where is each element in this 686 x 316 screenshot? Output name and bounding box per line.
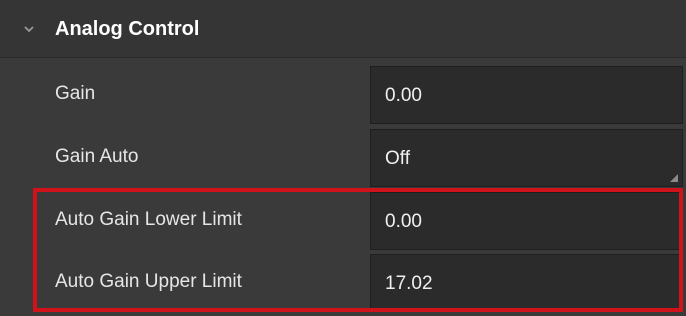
gain-auto-value: Off [385, 148, 410, 169]
gain-auto-label: Gain Auto [55, 146, 139, 167]
gain-value: 0.00 [385, 85, 422, 106]
gain-input[interactable]: 0.00 [370, 66, 683, 124]
auto-gain-lower-limit-row: Auto Gain Lower Limit 0.00 [0, 188, 686, 250]
auto-gain-lower-limit-value: 0.00 [385, 211, 422, 232]
auto-gain-upper-limit-input[interactable]: 17.02 [370, 254, 683, 312]
auto-gain-upper-limit-row: Auto Gain Upper Limit 17.02 [0, 250, 686, 312]
auto-gain-upper-limit-label: Auto Gain Upper Limit [55, 271, 242, 292]
analog-control-section-header[interactable]: Analog Control [0, 0, 686, 58]
auto-gain-lower-limit-input[interactable]: 0.00 [370, 192, 683, 250]
gain-row: Gain 0.00 [0, 62, 686, 124]
section-title: Analog Control [55, 18, 200, 40]
chevron-down-icon [24, 26, 34, 33]
gain-label: Gain [55, 83, 96, 104]
analog-control-panel: Analog Control Gain 0.00 Gain Auto Off A… [0, 0, 686, 316]
dropdown-corner-icon [670, 174, 678, 182]
auto-gain-lower-limit-label: Auto Gain Lower Limit [55, 209, 242, 230]
gain-auto-select[interactable]: Off [370, 129, 683, 187]
auto-gain-upper-limit-value: 17.02 [385, 273, 433, 294]
gain-auto-row: Gain Auto Off [0, 125, 686, 187]
